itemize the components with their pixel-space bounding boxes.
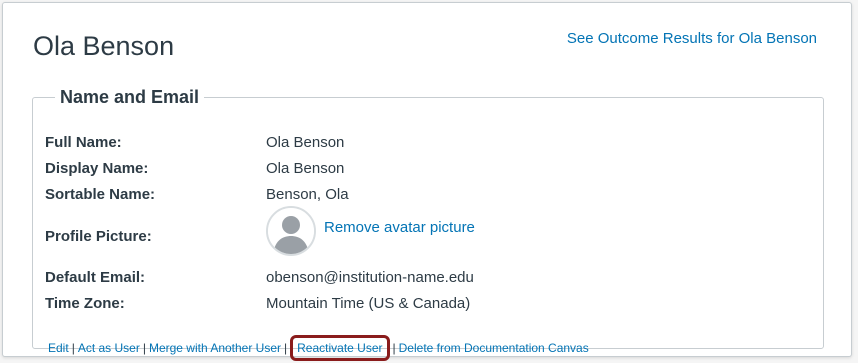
- action-separator: |: [71, 341, 75, 355]
- full-name-value: Ola Benson: [266, 134, 345, 151]
- reactivate-user-link[interactable]: Reactivate User: [297, 341, 382, 355]
- action-separator: |: [284, 341, 288, 355]
- user-actions-bar: Edit | Act as User | Merge with Another User…: [48, 335, 589, 361]
- default-email-value: obenson@institution-name.edu: [266, 269, 474, 286]
- name-and-email-section: Name and Email Full Name: Ola Benson Dis…: [32, 87, 824, 361]
- full-name-label: Full Name:: [45, 134, 122, 151]
- profile-picture-label: Profile Picture:: [45, 228, 152, 245]
- outcome-results-link[interactable]: See Outcome Results for Ola Benson: [567, 30, 817, 47]
- act-as-user-link[interactable]: Act as User: [78, 341, 140, 355]
- time-zone-label: Time Zone:: [45, 295, 125, 312]
- merge-user-link[interactable]: Merge with Another User: [149, 341, 281, 355]
- sortable-name-value: Benson, Ola: [266, 186, 349, 203]
- page-title: Ola Benson: [33, 31, 175, 61]
- section-legend: Name and Email: [60, 87, 200, 107]
- action-separator: |: [392, 341, 396, 355]
- action-separator: |: [142, 341, 146, 355]
- time-zone-value: Mountain Time (US & Canada): [266, 295, 471, 312]
- delete-user-link[interactable]: Delete from Documentation Canvas: [399, 341, 589, 355]
- reactivate-highlight-box: Reactivate User: [290, 335, 390, 361]
- display-name-value: Ola Benson: [266, 160, 345, 177]
- default-avatar-icon: [266, 206, 316, 256]
- user-details-panel: Ola Benson See Outcome Results for Ola B…: [2, 2, 852, 361]
- display-name-label: Display Name:: [45, 160, 149, 177]
- edit-link[interactable]: Edit: [48, 341, 69, 355]
- sortable-name-label: Sortable Name:: [45, 186, 156, 203]
- default-email-label: Default Email:: [45, 269, 146, 286]
- remove-avatar-link[interactable]: Remove avatar picture: [324, 219, 475, 236]
